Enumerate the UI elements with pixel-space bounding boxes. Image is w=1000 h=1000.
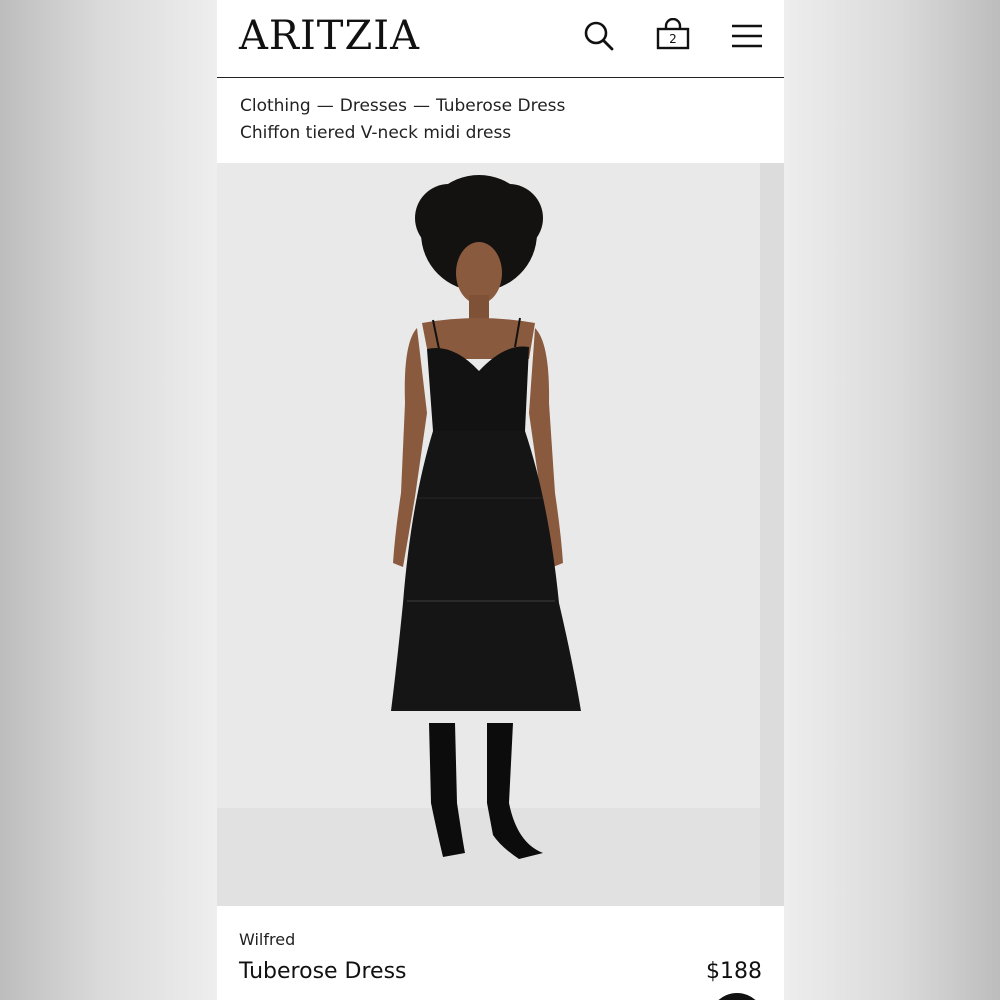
search-icon [584, 21, 614, 51]
site-header: ARITZIA 2 [217, 0, 784, 78]
floating-action-button[interactable] [709, 993, 765, 1000]
breadcrumb-separator: — [412, 96, 430, 116]
menu-button[interactable] [729, 18, 765, 54]
breadcrumb-separator: — [316, 96, 334, 116]
model-illustration [217, 163, 784, 906]
bag-count-badge: 2 [669, 32, 677, 46]
breadcrumb: Clothing — Dresses — Tuberose Dress [240, 95, 565, 117]
product-subtitle: Chiffon tiered V-neck midi dress [240, 123, 512, 143]
hamburger-menu-icon [732, 24, 762, 48]
breadcrumb-clothing[interactable]: Clothing [240, 96, 311, 116]
shopping-bag-button[interactable]: 2 [655, 18, 691, 54]
product-brand[interactable]: Wilfred [239, 930, 295, 950]
product-price: $188 [706, 959, 762, 984]
breadcrumb-current: Tuberose Dress [435, 96, 566, 116]
product-page: ARITZIA 2 Clothing — Dresses — Tuberose Dres… [217, 0, 784, 1000]
product-photo[interactable] [217, 163, 784, 906]
search-button[interactable] [581, 18, 617, 54]
breadcrumb-dresses[interactable]: Dresses [340, 96, 407, 116]
brand-logo[interactable]: ARITZIA [239, 12, 420, 60]
product-name: Tuberose Dress [239, 959, 407, 984]
